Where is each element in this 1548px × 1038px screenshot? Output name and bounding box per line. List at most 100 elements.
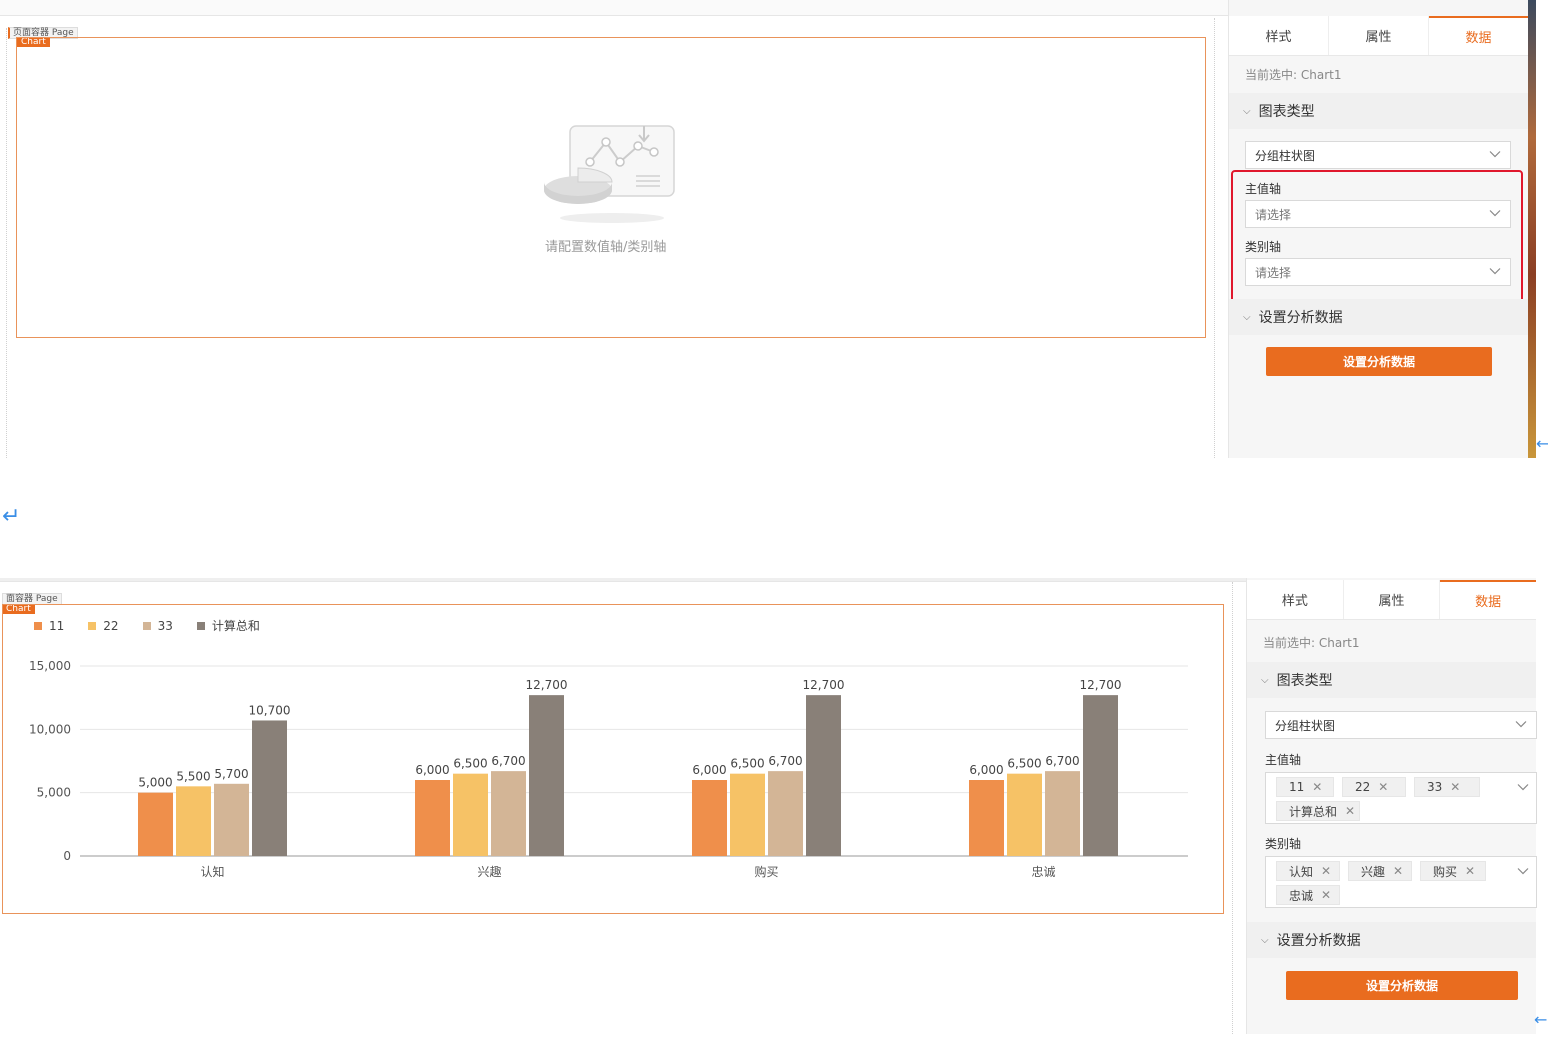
- bar[interactable]: [138, 792, 173, 856]
- bar-value-label: 6,700: [491, 754, 525, 768]
- enter-arrow-icon: ↵: [2, 504, 21, 529]
- bar[interactable]: [806, 695, 841, 856]
- page-canvas: 面容器 Page Chart 11 22 33 计算总和 0 5,000 10,00…: [0, 578, 1246, 1034]
- set-analysis-data-button[interactable]: 设置分析数据: [1266, 347, 1492, 376]
- bar[interactable]: [692, 780, 727, 856]
- screenshot-configured-chart: 面容器 Page Chart 11 22 33 计算总和 0 5,000 10,00…: [0, 578, 1548, 1034]
- bar[interactable]: [529, 695, 564, 856]
- category-axis-multiselect[interactable]: 认知 ✕ 兴趣 ✕ 购买 ✕ 忠诚 ✕: [1265, 856, 1537, 908]
- bar[interactable]: [1083, 695, 1118, 856]
- y-tick-label: 15,000: [29, 659, 71, 673]
- screenshot-empty-chart: 页面容器 Page Chart 请配置数值轴/类别轴 样式 属性 数据 当前选中…: [0, 0, 1536, 458]
- bar[interactable]: [453, 773, 488, 856]
- tab-attributes[interactable]: 属性: [1344, 580, 1441, 619]
- tab-style[interactable]: 样式: [1229, 16, 1329, 55]
- analysis-section-header[interactable]: ⌵ 设置分析数据: [1229, 299, 1528, 335]
- value-axis-chip[interactable]: 计算总和 ✕: [1276, 801, 1360, 821]
- x-tick-label: 兴趣: [477, 864, 501, 879]
- selected-component-info: 当前选中: Chart1: [1245, 68, 1342, 82]
- bar[interactable]: [730, 773, 765, 856]
- bar-value-label: 5,700: [214, 767, 248, 781]
- chevron-down-icon: ⌵: [1261, 674, 1269, 686]
- value-axis-chip[interactable]: 11 ✕: [1276, 777, 1334, 797]
- bar-value-label: 5,500: [176, 769, 210, 783]
- tab-attributes[interactable]: 属性: [1329, 16, 1429, 55]
- value-axis-chip[interactable]: 33 ✕: [1414, 777, 1480, 797]
- bar[interactable]: [176, 786, 211, 856]
- grouped-bar-chart: 0 5,000 10,000 15,000 5,000 5,500 5,700 10,700 认…: [29, 659, 1188, 879]
- chevron-down-icon: ⌵: [1243, 311, 1251, 323]
- bar[interactable]: [1007, 773, 1042, 856]
- chart-type-section-title: 图表类型: [1276, 673, 1333, 689]
- properties-panel: 样式 属性 数据 当前选中: Chart1 ⌵ 图表类型 分组柱状图 主值轴 请…: [1228, 0, 1528, 458]
- y-tick-label: 10,000: [29, 722, 71, 736]
- tab-data[interactable]: 数据: [1440, 580, 1537, 619]
- bar-value-label: 6,000: [415, 763, 449, 777]
- close-icon[interactable]: ✕: [1345, 804, 1355, 818]
- close-icon[interactable]: ✕: [1321, 888, 1331, 902]
- close-icon[interactable]: ✕: [1321, 864, 1331, 878]
- chevron-down-icon: ⌵: [1261, 934, 1269, 946]
- chevron-down-icon: [1517, 784, 1529, 791]
- category-axis-chip[interactable]: 兴趣 ✕: [1348, 861, 1412, 881]
- chart-type-select[interactable]: 分组柱状图: [1245, 141, 1511, 169]
- chevron-down-icon: ⌵: [1243, 105, 1251, 117]
- value-axis-label: 主值轴: [1265, 753, 1302, 767]
- set-analysis-data-button[interactable]: 设置分析数据: [1286, 971, 1518, 1000]
- bar[interactable]: [214, 783, 249, 856]
- selected-component-info: 当前选中: Chart1: [1263, 636, 1360, 650]
- back-arrow-icon: ←: [1534, 1010, 1548, 1029]
- bar-value-label: 6,500: [453, 757, 487, 771]
- category-axis-chip[interactable]: 认知 ✕: [1276, 861, 1340, 881]
- properties-panel: 样式 属性 数据 当前选中: Chart1 ⌵ 图表类型 分组柱状图 主值轴 1…: [1246, 578, 1537, 1034]
- bar-value-label: 12,700: [1080, 678, 1122, 692]
- bar[interactable]: [768, 771, 803, 856]
- value-axis-multiselect[interactable]: 11 ✕ 22 ✕ 33 ✕ 计算总和 ✕: [1265, 772, 1537, 824]
- panel-tabs: 样式 属性 数据: [1229, 16, 1528, 56]
- close-icon[interactable]: ✕: [1393, 864, 1403, 878]
- bar-value-label: 6,500: [1007, 757, 1041, 771]
- canvas-guide: [6, 28, 7, 458]
- chevron-down-icon: [1489, 151, 1501, 158]
- close-icon[interactable]: ✕: [1450, 780, 1460, 794]
- bar-value-label: 6,500: [730, 757, 764, 771]
- x-tick-label: 认知: [200, 865, 224, 879]
- tab-data[interactable]: 数据: [1429, 16, 1528, 55]
- y-tick-label: 5,000: [37, 786, 71, 800]
- bar[interactable]: [252, 720, 287, 856]
- analysis-section-header[interactable]: ⌵ 设置分析数据: [1247, 922, 1536, 958]
- empty-state-message: 请配置数值轴/类别轴: [545, 240, 667, 255]
- x-tick-label: 购买: [754, 864, 778, 879]
- chart-type-section-title: 图表类型: [1258, 104, 1315, 120]
- category-axis-label: 类别轴: [1265, 837, 1302, 851]
- tab-style[interactable]: 样式: [1247, 580, 1344, 619]
- bar-value-label: 6,000: [692, 763, 726, 777]
- bar-value-label: 5,000: [138, 776, 172, 790]
- bar[interactable]: [415, 780, 450, 856]
- close-icon[interactable]: ✕: [1312, 780, 1322, 794]
- chart-type-section-header[interactable]: ⌵ 图表类型: [1229, 93, 1528, 129]
- bar[interactable]: [1045, 771, 1080, 856]
- page-canvas: 页面容器 Page Chart 请配置数值轴/类别轴: [0, 0, 1228, 458]
- empty-chart-illustration-icon: [544, 125, 675, 223]
- chart-type-section-header[interactable]: ⌵ 图表类型: [1247, 662, 1536, 698]
- category-axis-chip[interactable]: 忠诚 ✕: [1276, 885, 1340, 905]
- bar[interactable]: [969, 780, 1004, 856]
- chart-type-value: 分组柱状图: [1275, 718, 1336, 733]
- canvas-guide: [1214, 18, 1215, 458]
- category-axis-chip[interactable]: 购买 ✕: [1420, 861, 1486, 881]
- x-tick-label: 忠诚: [1031, 865, 1055, 879]
- bar-value-label: 6,000: [969, 763, 1003, 777]
- bar-value-label: 12,700: [803, 678, 845, 692]
- back-arrow-icon: ←: [1536, 434, 1548, 453]
- bar-value-label: 10,700: [249, 703, 291, 717]
- chevron-down-icon: [1515, 721, 1527, 728]
- value-axis-chip[interactable]: 22 ✕: [1342, 777, 1406, 797]
- top-toolbar-strip: [0, 0, 1228, 16]
- close-icon[interactable]: ✕: [1378, 780, 1388, 794]
- analysis-section-title: 设置分析数据: [1258, 310, 1343, 326]
- close-icon[interactable]: ✕: [1465, 864, 1475, 878]
- chevron-down-icon: [1517, 868, 1529, 875]
- bar[interactable]: [491, 771, 526, 856]
- chart-type-select[interactable]: 分组柱状图: [1265, 711, 1537, 739]
